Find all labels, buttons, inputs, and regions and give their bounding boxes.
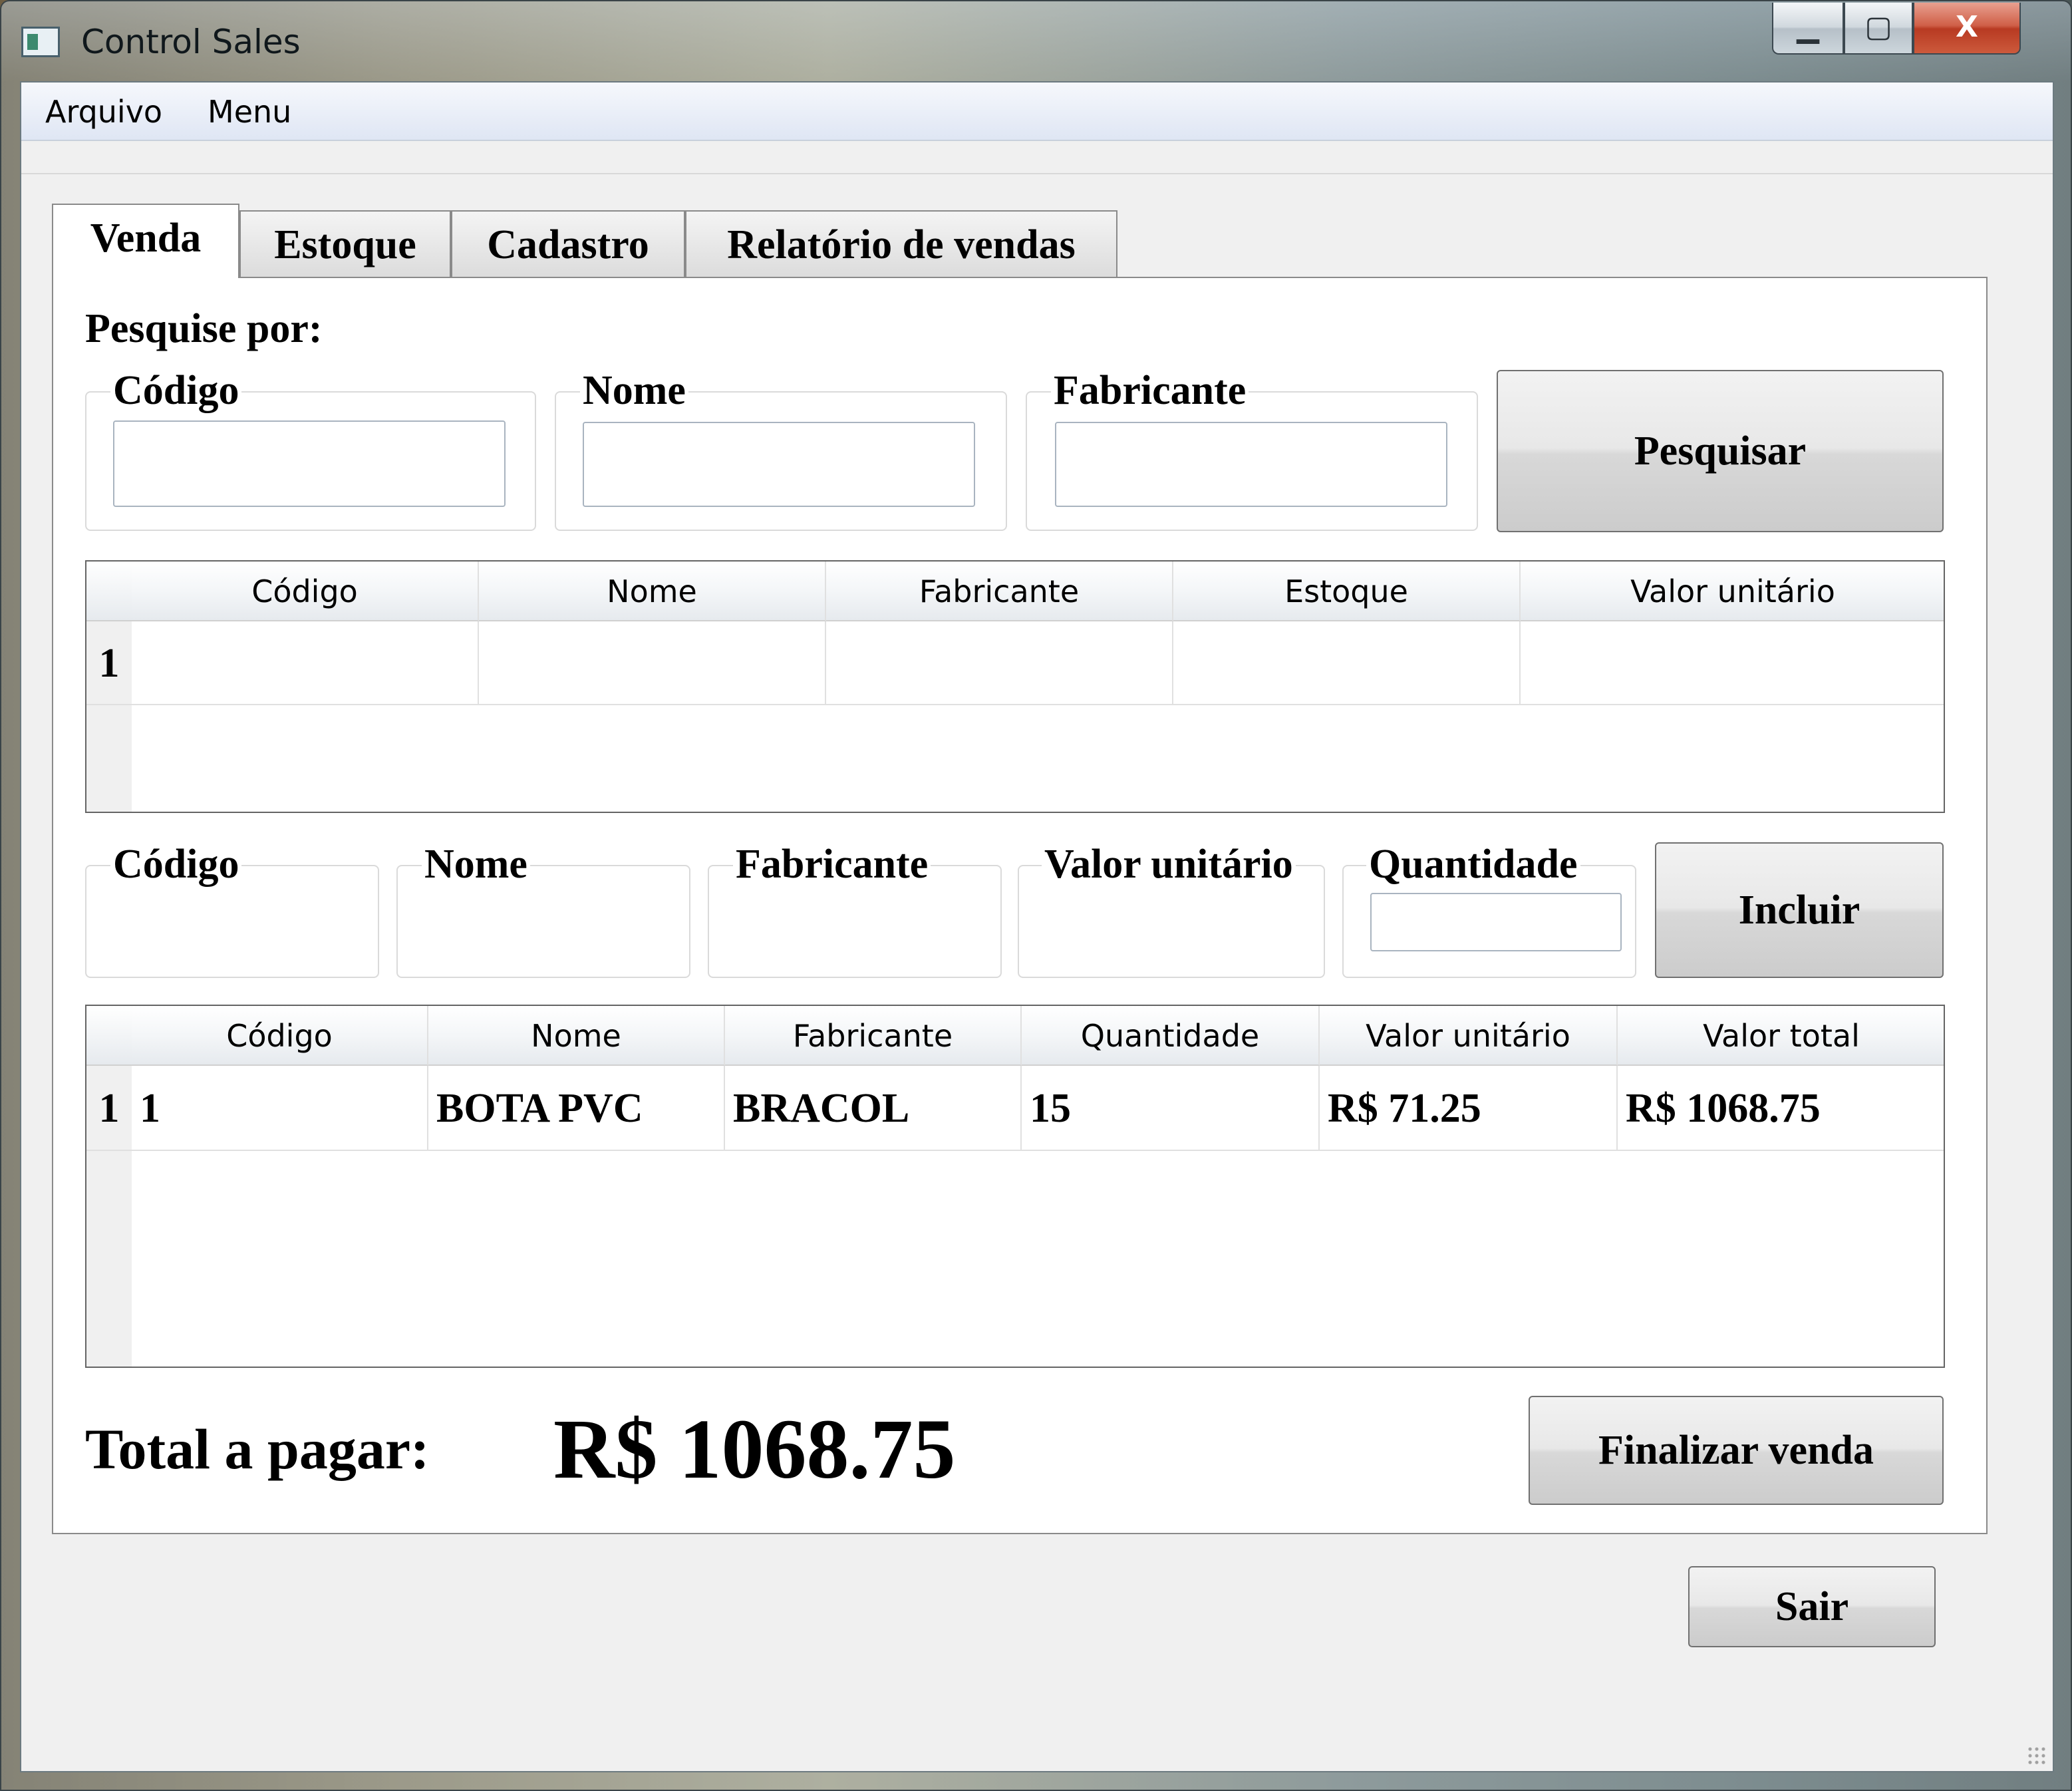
search-fabricante-group: Fabricante bbox=[1026, 367, 1478, 531]
cart-col-fabricante[interactable]: Fabricante bbox=[725, 1006, 1022, 1066]
item-quantidade-group: Quantidade bbox=[1342, 841, 1636, 978]
cart-col-codigo[interactable]: Código bbox=[132, 1006, 428, 1066]
tab-cadastro[interactable]: Cadastro bbox=[451, 210, 685, 277]
resize-grip[interactable] bbox=[2027, 1746, 2047, 1766]
title-bar[interactable]: Control Sales ▁ ▢ X bbox=[1, 1, 2071, 81]
cart-col-nome[interactable]: Nome bbox=[428, 1006, 725, 1066]
cart-col-valor-unitario[interactable]: Valor unitário bbox=[1320, 1006, 1618, 1066]
minimize-button[interactable]: ▁ bbox=[1772, 3, 1844, 55]
products-grid-corner bbox=[86, 562, 132, 621]
total-value: R$ 1068.75 bbox=[553, 1402, 956, 1496]
products-row-number[interactable]: 1 bbox=[86, 621, 132, 705]
search-codigo-label: Código bbox=[110, 367, 242, 414]
cart-col-quantidade[interactable]: Quantidade bbox=[1022, 1006, 1320, 1066]
menu-menu[interactable]: Menu bbox=[208, 93, 291, 130]
cart-cell-quantidade[interactable]: 15 bbox=[1022, 1066, 1320, 1151]
search-fabricante-label: Fabricante bbox=[1051, 367, 1249, 414]
products-cell-valor-unitario[interactable] bbox=[1521, 621, 1944, 705]
app-icon bbox=[21, 27, 60, 57]
menu-arquivo[interactable]: Arquivo bbox=[45, 93, 162, 130]
search-codigo-group: Código bbox=[85, 367, 536, 531]
venda-panel: Pesquise por: Código Nome Fabricante Pes… bbox=[52, 277, 1988, 1534]
total-label: Total a pagar: bbox=[85, 1417, 430, 1481]
cart-cell-fabricante[interactable]: BRACOL bbox=[725, 1066, 1022, 1151]
search-fabricante-input[interactable] bbox=[1055, 422, 1447, 507]
search-codigo-input[interactable] bbox=[113, 420, 506, 507]
cart-col-valor-total[interactable]: Valor total bbox=[1618, 1006, 1944, 1066]
products-grid[interactable]: Código Nome Fabricante Estoque Valor uni… bbox=[85, 560, 1945, 813]
close-button[interactable]: X bbox=[1913, 3, 2021, 55]
menu-bar: Arquivo Menu bbox=[21, 82, 2053, 141]
search-nome-input[interactable] bbox=[583, 422, 975, 507]
finalizar-venda-button[interactable]: Finalizar venda bbox=[1529, 1396, 1944, 1505]
products-cell-nome[interactable] bbox=[479, 621, 826, 705]
incluir-button[interactable]: Incluir bbox=[1655, 842, 1944, 978]
products-cell-codigo[interactable] bbox=[132, 621, 479, 705]
search-nome-group: Nome bbox=[555, 367, 1007, 531]
app-window: Control Sales ▁ ▢ X Arquivo Menu Venda E… bbox=[0, 0, 2072, 1791]
window-title: Control Sales bbox=[81, 23, 301, 61]
item-quantidade-label: Quantidade bbox=[1366, 841, 1580, 888]
tool-strip bbox=[21, 141, 2053, 174]
products-cell-estoque[interactable] bbox=[1173, 621, 1521, 705]
products-col-codigo[interactable]: Código bbox=[132, 562, 479, 621]
item-nome-label: Nome bbox=[422, 841, 530, 888]
products-col-nome[interactable]: Nome bbox=[479, 562, 826, 621]
search-heading: Pesquise por: bbox=[85, 306, 323, 351]
products-col-estoque[interactable]: Estoque bbox=[1173, 562, 1521, 621]
item-codigo-group: Código bbox=[85, 841, 379, 978]
item-nome-group: Nome bbox=[396, 841, 690, 978]
products-col-valor-unitario[interactable]: Valor unitário bbox=[1521, 562, 1944, 621]
maximize-button[interactable]: ▢ bbox=[1844, 3, 1913, 55]
products-col-fabricante[interactable]: Fabricante bbox=[826, 562, 1173, 621]
item-valor-unitario-label: Valor unitário bbox=[1042, 841, 1296, 888]
pesquisar-button[interactable]: Pesquisar bbox=[1497, 370, 1944, 532]
item-fabricante-label: Fabricante bbox=[733, 841, 931, 888]
cart-cell-nome[interactable]: BOTA PVC bbox=[428, 1066, 725, 1151]
cart-grid[interactable]: Código Nome Fabricante Quantidade Valor … bbox=[85, 1005, 1945, 1368]
cart-cell-valor-total[interactable]: R$ 1068.75 bbox=[1618, 1066, 1944, 1151]
item-codigo-label: Código bbox=[110, 841, 242, 888]
quantidade-input[interactable] bbox=[1370, 893, 1622, 951]
cart-row-number[interactable]: 1 bbox=[86, 1066, 132, 1151]
cart-cell-codigo[interactable]: 1 bbox=[132, 1066, 428, 1151]
item-fabricante-group: Fabricante bbox=[708, 841, 1002, 978]
cart-cell-valor-unitario[interactable]: R$ 71.25 bbox=[1320, 1066, 1618, 1151]
cart-grid-corner bbox=[86, 1006, 132, 1066]
tab-venda[interactable]: Venda bbox=[52, 204, 239, 278]
tab-relatorio-de-vendas[interactable]: Relatório de vendas bbox=[685, 210, 1117, 277]
sair-button[interactable]: Sair bbox=[1688, 1566, 1936, 1647]
tab-estoque[interactable]: Estoque bbox=[239, 210, 451, 277]
item-valor-unitario-group: Valor unitário bbox=[1018, 841, 1325, 978]
products-cell-fabricante[interactable] bbox=[826, 621, 1173, 705]
search-nome-label: Nome bbox=[580, 367, 688, 414]
